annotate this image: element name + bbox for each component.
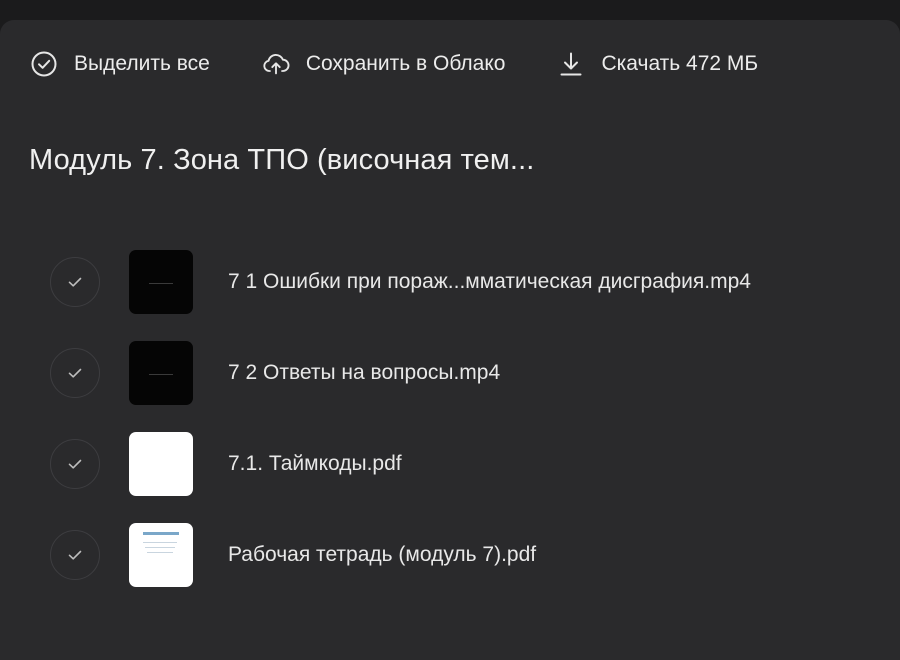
cloud-upload-icon	[262, 50, 290, 78]
checkmark-icon	[68, 368, 82, 378]
files-panel: Выделить все Сохранить в Облако Скачать …	[0, 20, 900, 660]
check-circle-icon	[30, 50, 58, 78]
save-to-cloud-button[interactable]: Сохранить в Облако	[262, 50, 506, 78]
download-label: Скачать 472 МБ	[601, 52, 759, 75]
file-name: Рабочая тетрадь (модуль 7).pdf	[228, 543, 537, 566]
file-select-checkbox[interactable]	[50, 530, 100, 580]
file-list: 7 1 Ошибки при пораж...мматическая дисгр…	[50, 250, 870, 614]
file-name: 7 1 Ошибки при пораж...мматическая дисгр…	[228, 270, 751, 293]
video-thumbnail	[129, 250, 193, 314]
file-select-checkbox[interactable]	[50, 439, 100, 489]
select-all-button[interactable]: Выделить все	[30, 50, 210, 78]
checkmark-icon	[68, 277, 82, 287]
file-select-checkbox[interactable]	[50, 257, 100, 307]
toolbar: Выделить все Сохранить в Облако Скачать …	[30, 48, 870, 80]
file-row[interactable]: 7 1 Ошибки при пораж...мматическая дисгр…	[50, 250, 870, 314]
file-name: 7 2 Ответы на вопросы.mp4	[228, 361, 501, 384]
file-select-checkbox[interactable]	[50, 348, 100, 398]
folder-title: Модуль 7. Зона ТПО (височная тем...	[29, 144, 535, 176]
pdf-thumbnail	[129, 523, 193, 587]
save-to-cloud-label: Сохранить в Облако	[305, 52, 506, 75]
file-row[interactable]: 7 2 Ответы на вопросы.mp4	[50, 341, 870, 405]
checkmark-icon	[68, 459, 82, 469]
file-row[interactable]: 7.1. Таймкоды.pdf	[50, 432, 870, 496]
pdf-thumbnail	[129, 432, 193, 496]
download-button[interactable]: Скачать 472 МБ	[557, 50, 758, 78]
select-all-label: Выделить все	[74, 52, 210, 75]
download-icon	[557, 50, 585, 78]
file-name: 7.1. Таймкоды.pdf	[228, 452, 402, 475]
file-row[interactable]: Рабочая тетрадь (модуль 7).pdf	[50, 523, 870, 587]
video-thumbnail	[129, 341, 193, 405]
checkmark-icon	[68, 550, 82, 560]
